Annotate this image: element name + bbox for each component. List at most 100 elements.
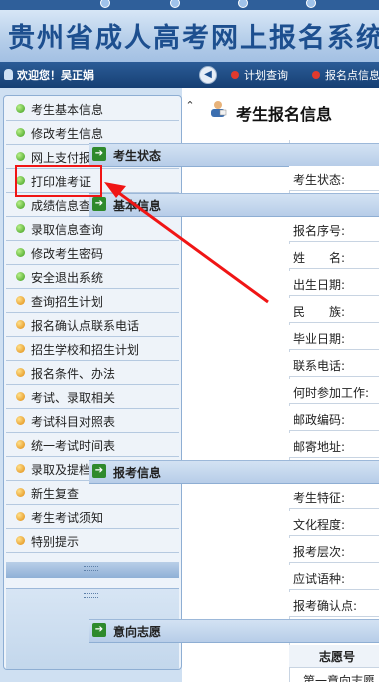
form-row: 邮政编码: [289, 406, 379, 431]
form-row: 联系电话: [289, 352, 379, 377]
grip-icon[interactable] [84, 593, 98, 598]
green-bullet-icon [16, 152, 25, 161]
sidebar-item-exam-notice[interactable]: 考生考试须知 [6, 506, 179, 529]
sidebar-item-schools-plan[interactable]: 招生学校和招生计划 [6, 338, 179, 361]
green-bullet-icon [16, 200, 25, 209]
section-header-preference: ➔ 意向志愿 [89, 619, 379, 643]
nav-bar: 欢迎您！吴正娟 ◀ 计划查询 报名点信息 [0, 62, 379, 88]
welcome-text: 欢迎您！吴正娟 [4, 67, 94, 83]
nav-link-label: 报名点信息 [325, 69, 379, 82]
green-bullet-icon [16, 128, 25, 137]
strip-dot-icon [238, 0, 248, 8]
strip-dot-icon [100, 0, 110, 8]
sidebar-item-label: 考试科目对照表 [31, 415, 116, 429]
nav-link-site-info[interactable]: 报名点信息 [312, 67, 379, 83]
sidebar-item-label: 新生复查 [31, 487, 80, 501]
form-row: 考生状态: [289, 166, 379, 191]
sidebar-item-change-password[interactable]: 修改考生密码 [6, 242, 179, 265]
user-icon [4, 69, 13, 80]
field-label: 姓 名: [293, 251, 346, 265]
section-title: 报考信息 [113, 466, 162, 480]
orange-bullet-icon [16, 488, 25, 497]
sidebar-item-exam-schedule[interactable]: 统一考试时间表 [6, 434, 179, 457]
green-bullet-icon [16, 272, 25, 281]
sidebar-item-label: 报名确认点联系电话 [31, 319, 140, 333]
orange-bullet-icon [16, 296, 25, 305]
sidebar-item-label: 报名条件、办法 [31, 367, 116, 381]
form-row: 报名序号: [289, 217, 379, 242]
arrow-right-icon: ➔ [92, 147, 106, 161]
orange-bullet-icon [16, 440, 25, 449]
sidebar-item-label: 特别提示 [31, 535, 80, 549]
cell-text: 第一意向志愿 [303, 674, 376, 682]
section-header-status: ➔ 考生状态 [89, 143, 379, 167]
bullet-icon [312, 71, 320, 79]
sidebar-item-label: 招生学校和招生计划 [31, 343, 140, 357]
form-row: 报考确认点: [289, 592, 379, 617]
strip-dot-icon [306, 0, 316, 8]
sidebar-item-label: 考生基本信息 [31, 103, 104, 117]
sidebar-item-label: 考试、录取相关 [31, 391, 116, 405]
orange-bullet-icon [16, 368, 25, 377]
form-row: 文化程度: [289, 511, 379, 536]
column-header-label: 志愿号 [319, 650, 356, 664]
field-label: 何时参加工作: [293, 386, 370, 400]
field-label: 联系电话: [293, 359, 346, 373]
sidebar-item-recheck[interactable]: 新生复查 [6, 482, 179, 505]
field-label: 邮政编码: [293, 413, 346, 427]
form-row: 考生特征: [289, 484, 379, 509]
sidebar-item-conditions[interactable]: 报名条件、办法 [6, 362, 179, 385]
user-card-icon [211, 101, 227, 117]
sidebar-item-special-notice[interactable]: 特别提示 [6, 530, 179, 553]
site-title: 贵州省成人高考网上报名系统 [8, 23, 379, 54]
section-title: 意向志愿 [113, 625, 162, 639]
sidebar-item-exam-admission[interactable]: 考试、录取相关 [6, 386, 179, 409]
green-bullet-icon [16, 248, 25, 257]
sidebar-item-edit-info[interactable]: 修改考生信息 [6, 122, 179, 145]
field-label: 考生特征: [293, 491, 346, 505]
page-title: 考生报名信息 [236, 105, 333, 124]
site-banner: 贵州省成人高考网上报名系统 [0, 10, 379, 62]
sidebar-item-subject-table[interactable]: 考试科目对照表 [6, 410, 179, 433]
orange-bullet-icon [16, 320, 25, 329]
grip-icon[interactable] [84, 566, 98, 571]
form-row: 邮寄地址: [289, 433, 379, 458]
nav-link-plan-query[interactable]: 计划查询 [231, 67, 288, 83]
sidebar-item-basic-info[interactable]: 考生基本信息 [6, 98, 179, 121]
green-bullet-icon [16, 224, 25, 233]
section-header-apply: ➔ 报考信息 [89, 460, 379, 484]
field-label: 毕业日期: [293, 332, 346, 346]
form-row: 应试语种: [289, 565, 379, 590]
section-title: 考生状态 [113, 149, 162, 163]
orange-bullet-icon [16, 464, 25, 473]
sidebar-item-label: 统一考试时间表 [31, 439, 116, 453]
nav-link-label: 计划查询 [244, 69, 288, 82]
sidebar-item-admission-query[interactable]: 录取信息查询 [6, 218, 179, 241]
highlight-annotation-box [15, 165, 102, 197]
orange-bullet-icon [16, 392, 25, 401]
sidebar-item-enrollment-plan[interactable]: 查询招生计划 [6, 290, 179, 313]
form-row: 姓 名: [289, 244, 379, 269]
field-label: 文化程度: [293, 518, 346, 532]
table-row: 第一意向志愿 [289, 667, 379, 682]
sidebar-item-site-phone[interactable]: 报名确认点联系电话 [6, 314, 179, 337]
sidebar-item-label: 修改考生密码 [31, 247, 104, 261]
strip-dot-icon [170, 0, 180, 8]
field-label: 民 族: [293, 305, 346, 319]
sidebar-item-label: 安全退出系统 [31, 271, 104, 285]
back-button[interactable]: ◀ [199, 66, 217, 84]
sidebar-item-label: 录取信息查询 [31, 223, 104, 237]
top-strip [0, 0, 379, 10]
form-row: 民 族: [289, 298, 379, 323]
column-header: 志愿号 [289, 645, 379, 668]
form-row: 出生日期: [289, 271, 379, 296]
field-label: 报考层次: [293, 545, 346, 559]
orange-bullet-icon [16, 344, 25, 353]
sidebar-item-label: 修改考生信息 [31, 127, 104, 141]
sidebar-item-logout[interactable]: 安全退出系统 [6, 266, 179, 289]
orange-bullet-icon [16, 512, 25, 521]
orange-bullet-icon [16, 416, 25, 425]
arrow-right-icon: ➔ [92, 464, 106, 478]
form-row: 报考层次: [289, 538, 379, 563]
collapse-up-icon[interactable]: ⌃ [184, 100, 196, 112]
